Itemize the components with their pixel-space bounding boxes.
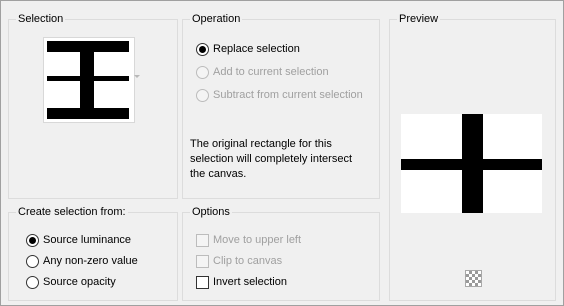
transparency-checker-icon[interactable]	[465, 270, 482, 287]
selection-shape-icon	[47, 41, 129, 119]
selection-shape-swatch[interactable]	[43, 37, 135, 123]
source-luminance-radio[interactable]: Source luminance	[26, 232, 131, 248]
move-upper-left-checkbox[interactable]: Move to upper left	[196, 232, 301, 248]
checkbox-icon	[196, 233, 209, 247]
options-group-title: Options	[190, 204, 232, 220]
checkbox-icon	[196, 254, 209, 268]
source-opacity-label: Source opacity	[43, 276, 116, 288]
move-upper-left-label: Move to upper left	[213, 234, 302, 246]
radio-icon	[196, 88, 209, 102]
preview-canvas	[401, 114, 542, 213]
add-to-selection-radio[interactable]: Add to current selection	[196, 64, 329, 80]
clip-to-canvas-label: Clip to canvas	[213, 255, 283, 267]
preview-shape	[401, 114, 542, 213]
radio-checked-icon	[26, 233, 39, 247]
source-luminance-label: Source luminance	[43, 234, 132, 246]
radio-icon	[196, 65, 209, 79]
radio-icon	[26, 254, 39, 268]
subtract-from-selection-radio[interactable]: Subtract from current selection	[196, 87, 363, 103]
replace-selection-radio[interactable]: Replace selection	[196, 41, 300, 57]
operation-description: The original rectangle for this selectio…	[190, 138, 353, 180]
invert-selection-checkbox[interactable]: Invert selection	[196, 274, 287, 290]
radio-icon	[26, 275, 39, 289]
invert-selection-label: Invert selection	[213, 276, 287, 288]
source-opacity-radio[interactable]: Source opacity	[26, 274, 116, 290]
selection-group-title: Selection	[16, 11, 66, 27]
chevron-down-icon[interactable]	[134, 75, 140, 78]
subtract-from-selection-label: Subtract from current selection	[213, 89, 363, 101]
clip-to-canvas-checkbox[interactable]: Clip to canvas	[196, 253, 282, 269]
checkbox-icon	[196, 275, 209, 289]
any-nonzero-label: Any non-zero value	[43, 255, 138, 267]
operation-group-title: Operation	[190, 11, 243, 27]
replace-selection-label: Replace selection	[213, 43, 300, 55]
any-nonzero-radio[interactable]: Any non-zero value	[26, 253, 138, 269]
create-from-group-title: Create selection from:	[16, 204, 128, 220]
add-to-selection-label: Add to current selection	[213, 66, 329, 78]
radio-checked-icon	[196, 42, 209, 56]
preview-group-title: Preview	[397, 11, 441, 27]
